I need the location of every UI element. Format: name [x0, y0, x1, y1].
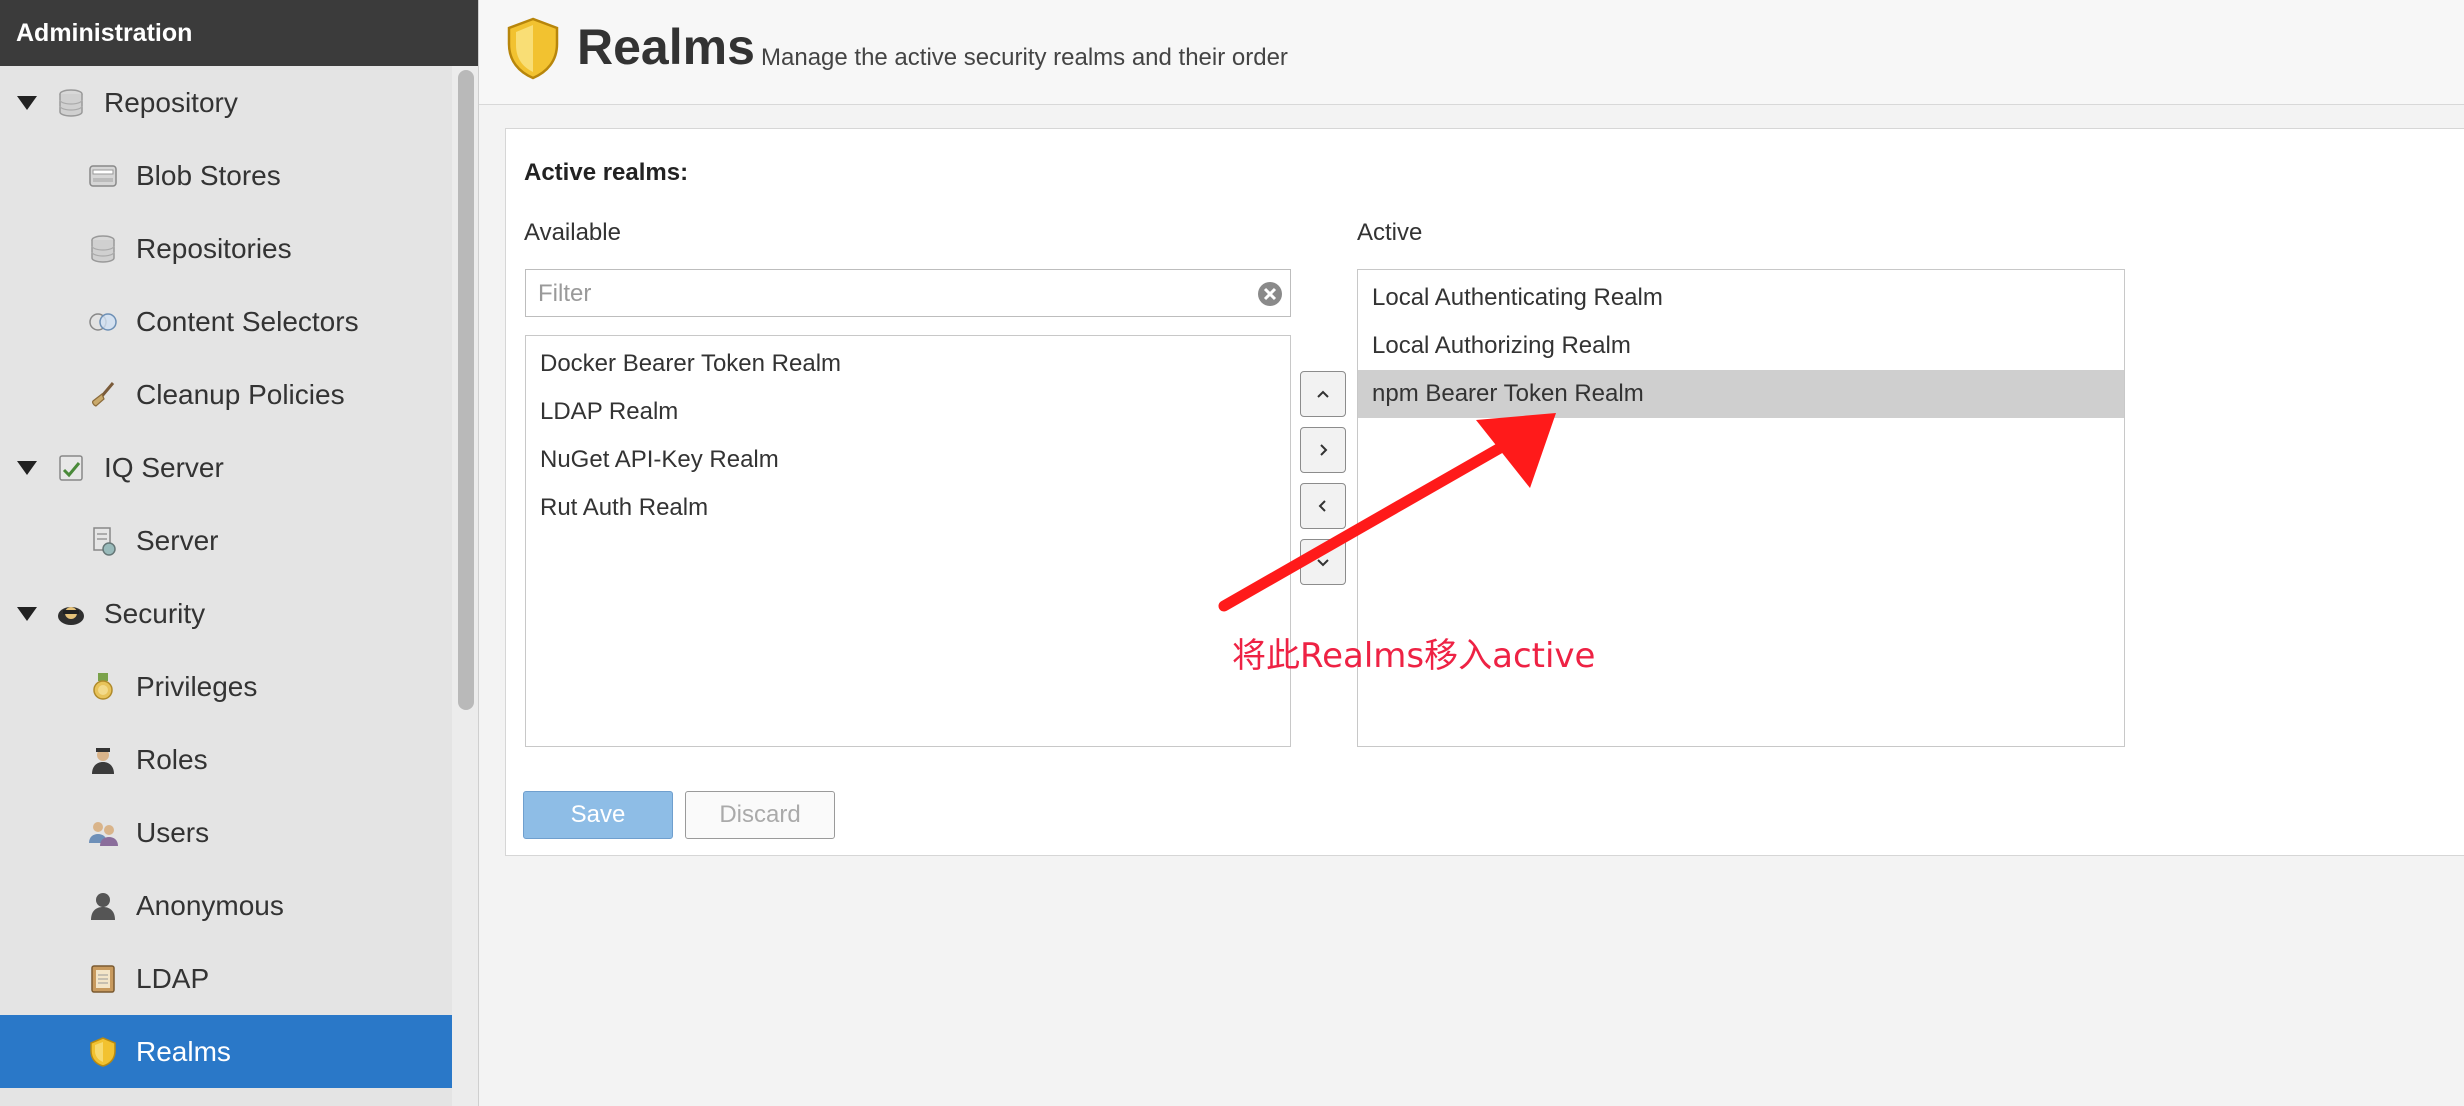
- sidebar-item-label: Security: [104, 597, 206, 629]
- sidebar-item-label: Users: [136, 816, 210, 848]
- list-item[interactable]: Rut Auth Realm: [526, 484, 1290, 532]
- sidebar-item-server[interactable]: Server: [0, 504, 452, 577]
- sidebar-item-realms[interactable]: Realms: [0, 1015, 452, 1088]
- page-title: Realms: [577, 19, 755, 75]
- list-item[interactable]: Local Authenticating Realm: [1358, 274, 2124, 322]
- sidebar-item-security[interactable]: Security: [0, 577, 452, 650]
- sidebar-item-label: Repository: [104, 86, 238, 118]
- database-icon: [54, 86, 88, 120]
- chevron-left-icon: [1318, 500, 1326, 512]
- drive-icon: [86, 159, 120, 193]
- filter-field: [525, 269, 1291, 318]
- sidebar-item-label: Privileges: [136, 670, 258, 702]
- broom-icon: [86, 378, 120, 412]
- users-icon: [86, 816, 120, 850]
- move-up-button[interactable]: [1300, 371, 1346, 417]
- list-item[interactable]: Local Authorizing Realm: [1358, 322, 2124, 370]
- active-header: Active: [1357, 219, 1423, 246]
- sidebar-item-content-selectors[interactable]: Content Selectors: [0, 285, 452, 358]
- expand-toggle-icon[interactable]: [16, 92, 38, 114]
- annotation-text: 将此Realms移入active: [1232, 636, 1596, 676]
- available-realms-list[interactable]: Docker Bearer Token Realm LDAP Realm NuG…: [525, 335, 1291, 747]
- sidebar-item-users[interactable]: Users: [0, 796, 452, 869]
- page-subtitle: Manage the active security realms and th…: [761, 44, 1288, 71]
- role-icon: [86, 743, 120, 777]
- expand-toggle-icon[interactable]: [16, 457, 38, 479]
- database-icon: [86, 232, 120, 266]
- sidebar-item-label: Anonymous: [136, 889, 284, 921]
- save-button[interactable]: Save: [523, 791, 673, 839]
- realms-panel: Active realms: Available Active Docker B…: [505, 128, 2464, 856]
- list-item[interactable]: LDAP Realm: [526, 388, 1290, 436]
- selector-icon: [86, 305, 120, 339]
- sidebar-item-ldap[interactable]: LDAP: [0, 942, 452, 1015]
- sidebar-item-privileges[interactable]: Privileges: [0, 650, 452, 723]
- sidebar-item-label: IQ Server: [104, 451, 224, 483]
- move-right-button[interactable]: [1300, 427, 1346, 473]
- sidebar-item-label: Content Selectors: [136, 305, 359, 337]
- page-header: Realms Manage the active security realms…: [479, 0, 2464, 105]
- section-label: Active realms:: [524, 159, 689, 186]
- shield-icon: [505, 16, 561, 82]
- list-item[interactable]: NuGet API-Key Realm: [526, 436, 1290, 484]
- sidebar-item-repositories[interactable]: Repositories: [0, 212, 452, 285]
- sidebar-item-blob-stores[interactable]: Blob Stores: [0, 139, 452, 212]
- clear-icon[interactable]: [1256, 280, 1284, 308]
- sidebar-item-iq-server[interactable]: IQ Server: [0, 431, 452, 504]
- sidebar: Administration Repository Blob Stores Re…: [0, 0, 479, 1106]
- sidebar-header: Administration: [0, 0, 478, 66]
- sidebar-item-cleanup-policies[interactable]: Cleanup Policies: [0, 358, 452, 431]
- sidebar-item-label: Repositories: [136, 232, 292, 264]
- sidebar-scrollbar[interactable]: [458, 70, 474, 710]
- shield-icon: [86, 1035, 120, 1069]
- sidebar-item-label: Server: [136, 524, 219, 556]
- chevron-right-icon: [1320, 444, 1328, 456]
- sidebar-item-anonymous[interactable]: Anonymous: [0, 869, 452, 942]
- chevron-down-icon: [1317, 559, 1329, 567]
- sidebar-item-repository[interactable]: Repository: [0, 66, 452, 139]
- medal-icon: [86, 670, 120, 704]
- iq-server-icon: [54, 451, 88, 485]
- book-icon: [86, 962, 120, 996]
- discard-button[interactable]: Discard: [685, 791, 835, 839]
- server-icon: [86, 524, 120, 558]
- sidebar-item-label: Cleanup Policies: [136, 378, 345, 410]
- sidebar-item-label: LDAP: [136, 962, 210, 994]
- sidebar-tree: Repository Blob Stores Repositories Cont…: [0, 66, 452, 1088]
- available-header: Available: [524, 219, 621, 246]
- sidebar-item-roles[interactable]: Roles: [0, 723, 452, 796]
- move-left-button[interactable]: [1300, 483, 1346, 529]
- filter-input[interactable]: [526, 270, 1240, 318]
- list-item-selected[interactable]: npm Bearer Token Realm: [1358, 370, 2124, 418]
- anonymous-icon: [86, 889, 120, 923]
- sidebar-item-label: Roles: [136, 743, 208, 775]
- sidebar-item-label: Blob Stores: [136, 159, 281, 191]
- sidebar-item-label: Realms: [136, 1035, 231, 1067]
- move-down-button[interactable]: [1300, 539, 1346, 585]
- expand-toggle-icon[interactable]: [16, 603, 38, 625]
- chevron-up-icon: [1317, 390, 1329, 398]
- security-icon: [54, 597, 88, 631]
- list-item[interactable]: Docker Bearer Token Realm: [526, 340, 1290, 388]
